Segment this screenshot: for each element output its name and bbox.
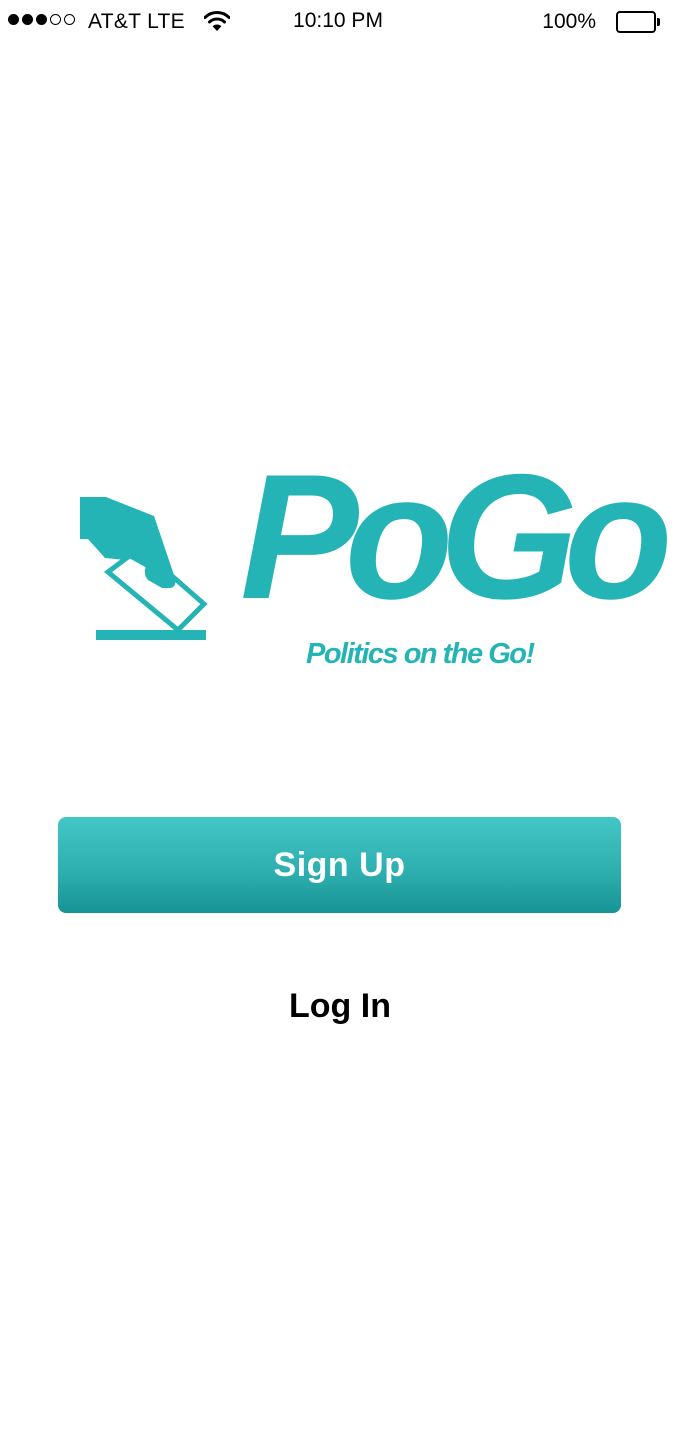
battery-icon [616, 11, 660, 33]
ballot-box-icon [80, 497, 208, 640]
logo-wordmark: PoGo [240, 437, 673, 636]
app-logo: PoGo Politics on the Go! [78, 448, 673, 680]
sign-up-button[interactable]: Sign Up [58, 817, 621, 913]
welcome-screen: AT&T LTE 10:10 PM 100% PoGo Politics on … [0, 0, 676, 1450]
log-in-button[interactable]: Log In [0, 987, 676, 1026]
battery-percentage: 100% [542, 10, 596, 33]
logo-tagline: Politics on the Go! [306, 638, 535, 670]
status-bar: AT&T LTE 10:10 PM 100% [0, 0, 676, 44]
